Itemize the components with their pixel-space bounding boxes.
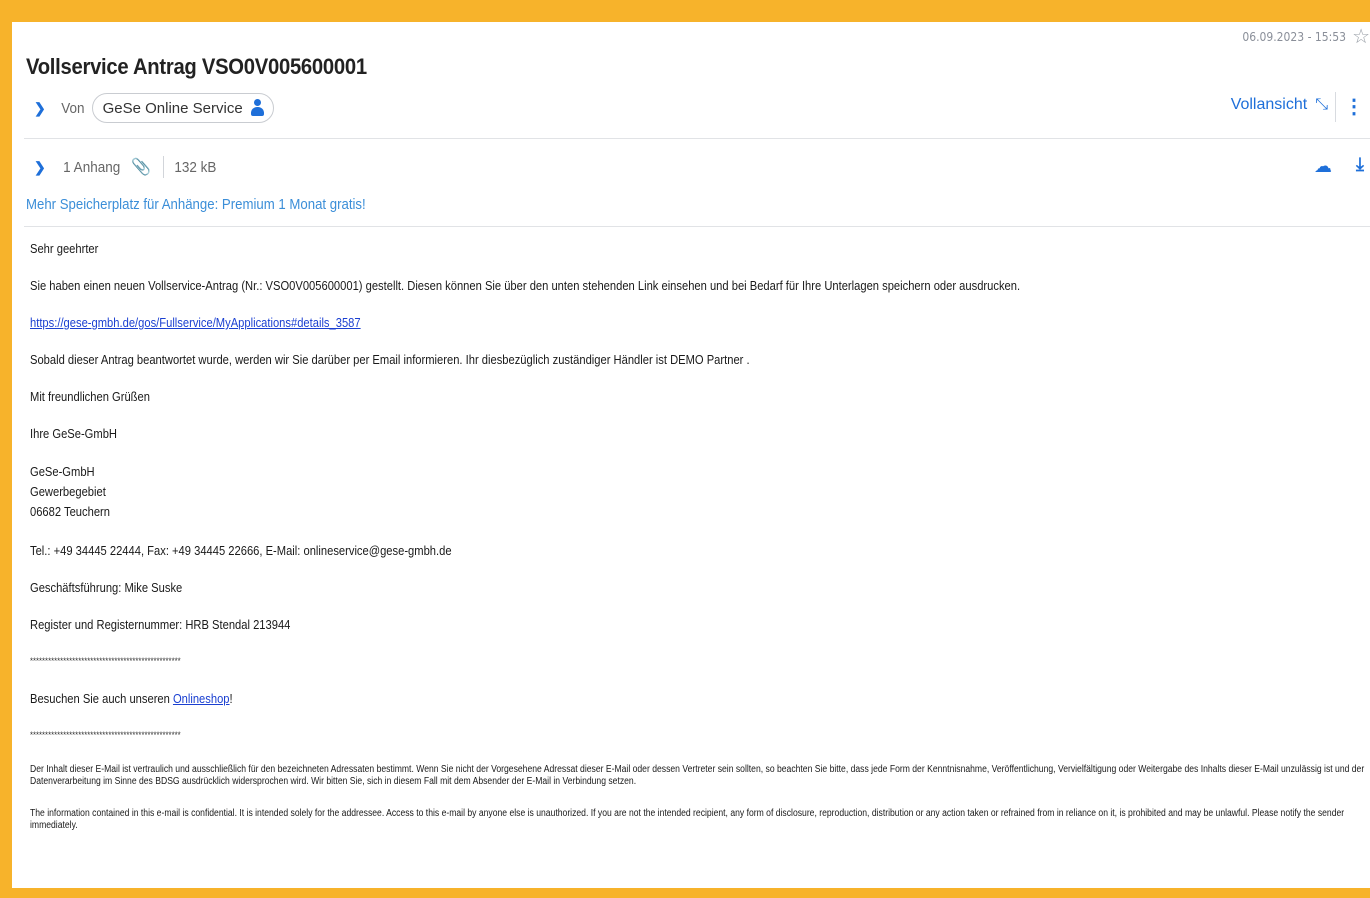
chevron-down-icon[interactable]: ❯ bbox=[34, 159, 46, 176]
expand-icon: ⤡ bbox=[1315, 96, 1328, 113]
more-options-icon[interactable]: ⋮ bbox=[1344, 94, 1364, 119]
divider bbox=[163, 156, 165, 178]
separator-line: ****************************************… bbox=[30, 730, 181, 740]
disclaimer-english: The information contained in this e-mail… bbox=[30, 808, 1345, 831]
separator-line: ****************************************… bbox=[30, 656, 181, 666]
shop-suffix: ! bbox=[229, 691, 233, 706]
divider bbox=[24, 138, 1370, 139]
divider bbox=[24, 226, 1370, 227]
person-icon bbox=[250, 99, 264, 117]
shop-prefix: Besuchen Sie auch unseren bbox=[30, 691, 173, 706]
signature-text: Ihre GeSe-GmbH bbox=[30, 426, 117, 441]
fullview-button[interactable]: Vollansicht ⤡ bbox=[1231, 96, 1328, 114]
notice-text: Sobald dieser Antrag beantwortet wurde, … bbox=[30, 352, 750, 367]
closing-text: Mit freundlichen Grüßen bbox=[30, 389, 150, 404]
disclaimer-german: Der Inhalt dieser E-Mail ist vertraulich… bbox=[30, 764, 1365, 787]
address-block: GeSe-GmbH Gewerbegebiet 06682 Teuchern bbox=[30, 462, 1182, 522]
premium-promo-link[interactable]: Mehr Speicherplatz für Anhänge: Premium … bbox=[26, 196, 366, 213]
intro-text: Sie haben einen neuen Vollservice-Antrag… bbox=[30, 278, 1021, 293]
company-name: GeSe-GmbH bbox=[30, 464, 95, 479]
contact-text: Tel.: +49 34445 22444, Fax: +49 34445 22… bbox=[30, 543, 452, 558]
chevron-down-icon[interactable]: ❯ bbox=[34, 100, 46, 117]
city-text: 06682 Teuchern bbox=[30, 504, 110, 519]
management-text: Geschäftsführung: Mike Suske bbox=[30, 580, 183, 595]
email-view: 06.09.2023 - 15:53 ☆ Vollservice Antrag … bbox=[12, 22, 1370, 888]
star-icon[interactable]: ☆ bbox=[1352, 24, 1370, 49]
attachment-size: 132 kB bbox=[174, 158, 217, 176]
register-text: Register und Registernummer: HRB Stendal… bbox=[30, 617, 291, 632]
sender-row: ❯ Von GeSe Online Service bbox=[34, 90, 274, 126]
email-subject: Vollservice Antrag VSO0V005600001 bbox=[26, 54, 367, 79]
onlineshop-link[interactable]: Onlineshop bbox=[173, 691, 230, 706]
application-link[interactable]: https://gese-gmbh.de/gos/Fullservice/MyA… bbox=[30, 315, 361, 330]
divider bbox=[1335, 92, 1336, 122]
attachment-row: ❯ 1 Anhang 📎 132 kB bbox=[34, 152, 219, 182]
sender-chip[interactable]: GeSe Online Service bbox=[91, 93, 274, 123]
download-icon[interactable]: ⤓ bbox=[1356, 154, 1364, 175]
fullview-label: Vollansicht bbox=[1230, 96, 1308, 113]
shop-line: Besuchen Sie auch unseren Onlineshop! bbox=[30, 690, 1182, 707]
attachment-count: 1 Anhang bbox=[62, 158, 120, 176]
sender-name: GeSe Online Service bbox=[102, 99, 243, 117]
email-body: Sehr geehrter Sie haben einen neuen Voll… bbox=[30, 240, 1370, 852]
from-label: Von bbox=[61, 99, 85, 117]
street-text: Gewerbegebiet bbox=[30, 484, 106, 499]
greeting: Sehr geehrter bbox=[30, 241, 99, 256]
cloud-upload-icon[interactable]: ☁ bbox=[1314, 156, 1332, 177]
paperclip-icon: 📎 bbox=[131, 159, 152, 176]
email-date: 06.09.2023 - 15:53 bbox=[1242, 30, 1346, 44]
